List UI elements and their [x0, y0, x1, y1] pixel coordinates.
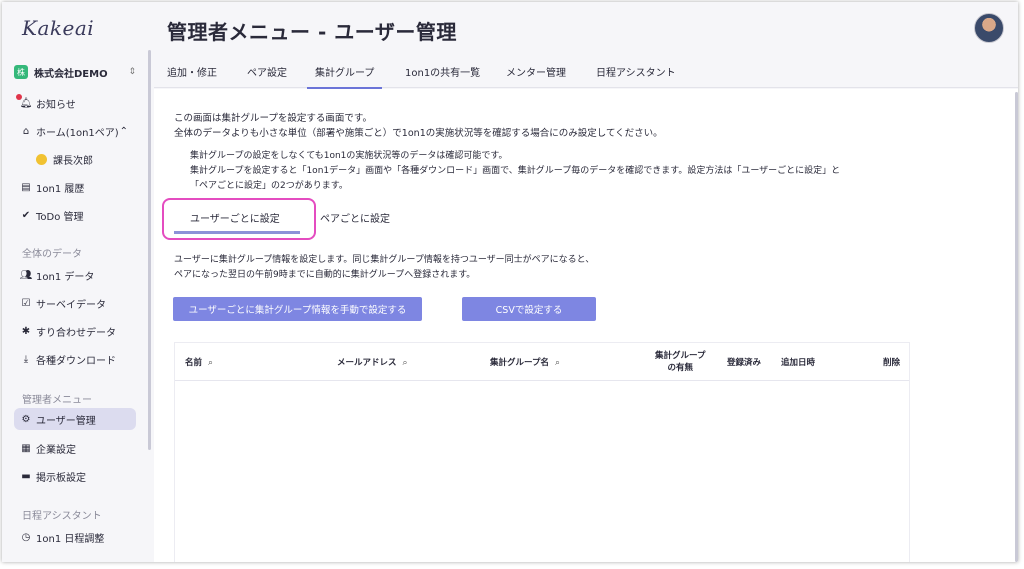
description-line-1: ユーザーに集計グループ情報を設定します。同じ集計グループ情報を持つユーザー同士が…	[174, 255, 595, 265]
sidebar-item-label: 課長次郎	[53, 155, 93, 167]
avatar[interactable]	[974, 13, 1004, 43]
sidebar-item-company-settings[interactable]: ▦ 企業設定	[14, 437, 136, 459]
sidebar-item-label: 掲示板設定	[36, 472, 86, 484]
user-icon	[36, 153, 47, 165]
switch-arrows-icon: ⇕	[128, 67, 136, 77]
sidebar-item-label: すり合わせデータ	[36, 327, 116, 339]
notification-dot	[16, 94, 22, 100]
company-badge-icon: 株	[14, 65, 28, 79]
download-icon: ⤓	[23, 353, 29, 365]
sidebar-item-label: 各種ダウンロード	[36, 355, 116, 367]
active-subtab-indicator	[174, 231, 300, 234]
bell-icon: 🔔︎	[19, 97, 33, 109]
column-registered: 登録済み	[727, 358, 762, 368]
tab-1on1-share-list[interactable]: 1on1の共有一覧	[405, 64, 480, 87]
column-has-group: 集計グループ の有無	[655, 351, 706, 373]
column-email: メールアドレス ⌕	[337, 358, 408, 368]
note-line-1: 集計グループの設定をしなくても1on1の実施状況等のデータは確認可能です。	[190, 151, 508, 161]
sidebar-item-label: 1on1 日程調整	[36, 533, 105, 545]
company-icon: ▦	[21, 442, 31, 454]
subtab-per-pair[interactable]: ペアごとに設定	[320, 210, 390, 225]
intro-line-1: この画面は集計グループを設定する画面です。	[174, 113, 372, 124]
manual-setup-button[interactable]: ユーザーごとに集計グループ情報を手動で設定する	[173, 297, 422, 321]
tab-pair-settings[interactable]: ペア設定	[247, 64, 287, 87]
column-delete: 削除	[883, 358, 901, 368]
sidebar-item-label: ホーム(1on1ペア)	[36, 127, 119, 139]
check-icon: ✔	[21, 209, 31, 221]
section-admin: 管理者メニュー	[22, 395, 92, 406]
tab-aggregation-groups[interactable]: 集計グループ	[307, 64, 383, 90]
sidebar-item-label: 1on1 データ	[36, 271, 95, 283]
column-group-name: 集計グループ名 ⌕	[490, 358, 561, 368]
section-all-data: 全体のデータ	[22, 249, 82, 260]
sidebar-item-subuser[interactable]: 課長次郎	[30, 148, 136, 170]
people-icon: 👥︎	[19, 269, 33, 281]
sidebar-scrollbar[interactable]	[148, 50, 151, 450]
sidebar-item-user-management[interactable]: ⚙ ユーザー管理	[14, 408, 136, 430]
puzzle-icon: ✱	[21, 325, 31, 337]
group-table: 名前 ⌕ メールアドレス ⌕ 集計グループ名 ⌕ 集計グループ の有無 登録済み 追加…	[174, 342, 910, 562]
user-manage-icon: ⚙	[21, 413, 31, 425]
chevron-up-icon[interactable]: ⌃	[120, 126, 128, 137]
note-line-2: 集計グループを設定すると「1on1データ」画面や「各種ダウンロード」画面で、集計…	[190, 166, 841, 176]
column-name: 名前 ⌕	[185, 358, 214, 368]
sidebar-item-label: 企業設定	[36, 444, 76, 456]
column-added-at: 追加日時	[781, 358, 816, 368]
subtab-per-user[interactable]: ユーザーごとに設定	[190, 210, 280, 225]
sidebar-item-label: ToDo 管理	[36, 211, 84, 223]
tab-add-edit[interactable]: 追加・修正	[167, 64, 217, 87]
main-scrollbar[interactable]	[1015, 92, 1018, 562]
company-switcher[interactable]: 株 株式会社DEMO ⇕	[14, 62, 136, 82]
tab-schedule-assistant[interactable]: 日程アシスタント	[596, 64, 676, 87]
sidebar-item-notifications[interactable]: 🔔︎ お知らせ	[14, 92, 136, 114]
sidebar-item-history[interactable]: ▤ 1on1 履歴	[14, 176, 136, 198]
sidebar: Kakeai 株 株式会社DEMO ⇕ 🔔︎ お知らせ ⌂ ホーム(1on1ペア…	[2, 2, 150, 562]
home-icon: ⌂	[22, 125, 30, 137]
note-line-3: 「ペアごとに設定」の2つがあります。	[190, 181, 348, 191]
survey-icon: ☑	[21, 297, 31, 309]
description-line-2: ペアになった翌日の午前9時までに自動的に集計グループへ登録されます。	[174, 270, 476, 280]
setting-mode-tabs: ユーザーごとに設定 ペアごとに設定	[162, 198, 402, 240]
sidebar-item-downloads[interactable]: ⤓ 各種ダウンロード	[14, 348, 136, 370]
sidebar-item-alignment[interactable]: ✱ すり合わせデータ	[14, 320, 136, 342]
app-window: Kakeai 株 株式会社DEMO ⇕ 🔔︎ お知らせ ⌂ ホーム(1on1ペア…	[2, 2, 1018, 562]
sidebar-item-1on1-data[interactable]: 👥︎ 1on1 データ	[14, 264, 136, 286]
section-schedule: 日程アシスタント	[22, 511, 102, 522]
sidebar-item-label: ユーザー管理	[36, 415, 96, 427]
csv-setup-button[interactable]: CSVで設定する	[462, 297, 596, 321]
company-name: 株式会社DEMO	[34, 68, 108, 80]
tab-mentor-management[interactable]: メンター管理	[506, 64, 566, 87]
sidebar-item-todo[interactable]: ✔ ToDo 管理	[14, 204, 136, 226]
sidebar-item-schedule[interactable]: ◷ 1on1 日程調整	[14, 526, 136, 548]
board-icon: ▬	[21, 470, 31, 482]
sidebar-item-board-settings[interactable]: ▬ 掲示板設定	[14, 465, 136, 487]
tab-bar: 追加・修正 ペア設定 集計グループ 1on1の共有一覧 メンター管理 日程アシス…	[154, 58, 1018, 90]
search-icon[interactable]: ⌕	[403, 358, 408, 368]
search-icon[interactable]: ⌕	[555, 358, 560, 368]
sidebar-item-label: お知らせ	[36, 99, 76, 111]
history-icon: ▤	[21, 181, 31, 193]
sidebar-item-survey[interactable]: ☑ サーベイデータ	[14, 292, 136, 314]
sidebar-item-home[interactable]: ⌂ ホーム(1on1ペア) ⌃	[14, 120, 136, 142]
sidebar-item-label: サーベイデータ	[36, 299, 106, 311]
intro-line-2: 全体のデータよりも小さな単位（部署や施策ごと）で1on1の実施状況等を確認する場…	[174, 128, 663, 139]
table-header: 名前 ⌕ メールアドレス ⌕ 集計グループ名 ⌕ 集計グループ の有無 登録済み 追加…	[175, 343, 909, 381]
clock-icon: ◷	[21, 531, 31, 543]
search-icon[interactable]: ⌕	[208, 358, 213, 368]
app-logo: Kakeai	[22, 16, 95, 40]
sidebar-item-label: 1on1 履歴	[36, 183, 85, 195]
page-title: 管理者メニュー - ユーザー管理	[167, 20, 457, 44]
